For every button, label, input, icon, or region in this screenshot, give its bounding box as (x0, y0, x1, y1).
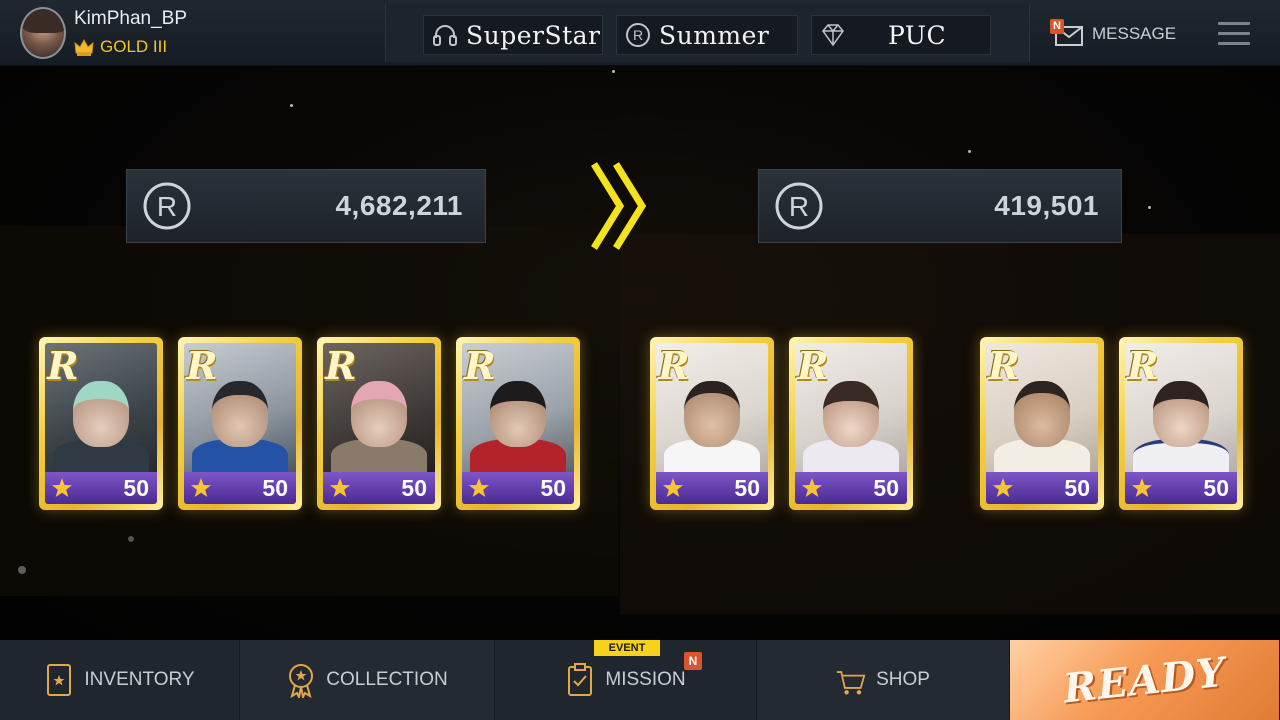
mail-icon: N (1050, 19, 1086, 49)
star-icon (469, 478, 489, 497)
member-card[interactable]: R 50 (789, 337, 913, 510)
score-after-value: 419,501 (994, 190, 1099, 221)
avatar[interactable] (20, 7, 66, 59)
r-coin-icon: R (143, 182, 191, 230)
rank-label: GOLD III (100, 37, 168, 56)
member-card[interactable]: R 50 (1119, 337, 1243, 510)
nav-inventory-label: INVENTORY (84, 669, 195, 690)
r-coin-icon: R (626, 23, 650, 47)
medal-icon (289, 664, 314, 698)
score-before-value: 4,682,211 (335, 190, 463, 221)
star-icon (993, 478, 1013, 497)
menu-icon[interactable] (1218, 22, 1250, 48)
card-level: 50 (262, 474, 288, 501)
star-icon (191, 478, 211, 497)
nav-mission-label: MISSION (605, 669, 686, 690)
nav-collection[interactable]: COLLECTION (240, 640, 495, 720)
message-label: MESSAGE (1092, 24, 1177, 43)
ready-label: READY (1060, 648, 1229, 712)
r-coin-icon: R (775, 182, 823, 230)
card-grade: R (1127, 343, 1159, 388)
chevron-right-icon (591, 162, 647, 250)
card-grade: R (658, 343, 690, 388)
theme-selector-bar: SuperStar R Summer PUC (385, 4, 1030, 62)
svg-text:R: R (633, 27, 643, 43)
mission-new-badge: N (684, 652, 702, 670)
cart-icon (836, 671, 866, 695)
summer-label: Summer (659, 20, 770, 50)
nav-shop[interactable]: SHOP (757, 640, 1010, 720)
card-grade: R (325, 343, 357, 388)
card-icon (47, 664, 72, 696)
new-message-badge: N (1050, 19, 1064, 34)
card-grade: R (186, 343, 218, 388)
star-icon (330, 478, 350, 497)
crown-icon (74, 38, 94, 56)
card-level: 50 (1064, 474, 1090, 501)
star-icon (802, 478, 822, 497)
card-level: 50 (873, 474, 899, 501)
member-card[interactable]: R 50 (456, 337, 580, 510)
nav-inventory[interactable]: INVENTORY (0, 640, 240, 720)
member-card[interactable]: R 50 (178, 337, 302, 510)
member-card[interactable]: R 50 (39, 337, 163, 510)
ready-button[interactable]: READY (1010, 640, 1280, 720)
nav-collection-label: COLLECTION (326, 669, 448, 690)
clipboard-icon (568, 663, 593, 696)
nav-shop-label: SHOP (876, 669, 930, 690)
score-before: R 4,682,211 (126, 169, 486, 243)
card-grade: R (797, 343, 829, 388)
star-icon (663, 478, 683, 497)
svg-text:R: R (157, 191, 177, 222)
card-grade: R (47, 343, 79, 388)
member-card[interactable]: R 50 (317, 337, 441, 510)
card-level: 50 (734, 474, 760, 501)
card-level: 50 (123, 474, 149, 501)
score-after: R 419,501 (758, 169, 1122, 243)
top-bar: KimPhan_BP GOLD III SuperStar R Summer P… (0, 0, 1280, 66)
star-icon (52, 478, 72, 497)
superstar-label: SuperStar (466, 20, 601, 50)
diamond-icon (822, 24, 844, 47)
summer-selector[interactable]: R Summer (616, 15, 798, 55)
member-card[interactable]: R 50 (980, 337, 1104, 510)
puc-selector[interactable]: PUC (811, 15, 991, 55)
svg-text:R: R (789, 191, 809, 222)
card-grade: R (464, 343, 496, 388)
superstar-selector[interactable]: SuperStar (423, 15, 603, 55)
member-card[interactable]: R 50 (650, 337, 774, 510)
card-level: 50 (1203, 474, 1229, 501)
card-grade: R (988, 343, 1020, 388)
message-button[interactable]: N MESSAGE (1040, 14, 1180, 54)
card-level: 50 (540, 474, 566, 501)
puc-label: PUC (888, 20, 947, 50)
mission-event-tag: EVENT (594, 640, 660, 656)
rank-badge: GOLD III (74, 37, 167, 57)
username: KimPhan_BP (74, 8, 188, 29)
headphones-icon (433, 25, 457, 46)
star-icon (1132, 478, 1152, 497)
player-profile[interactable]: KimPhan_BP GOLD III (16, 4, 376, 62)
card-level: 50 (401, 474, 427, 501)
